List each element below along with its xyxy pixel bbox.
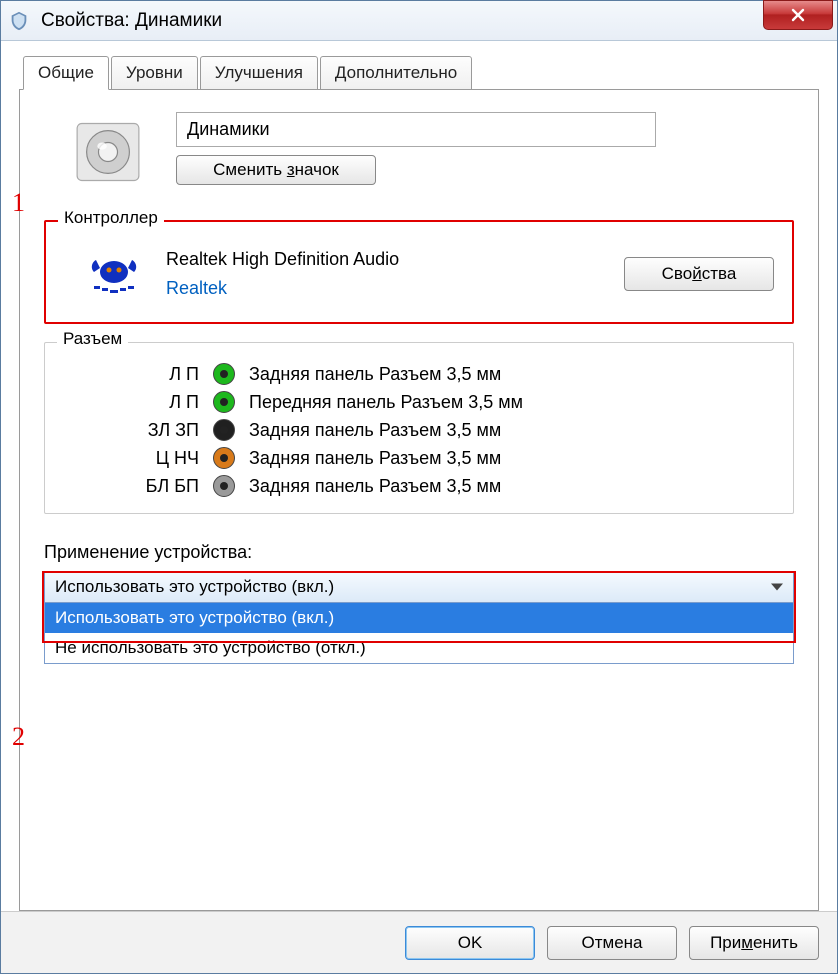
close-button[interactable] (763, 0, 833, 30)
annotation-2: 2 (12, 722, 25, 752)
jack-desc: Задняя панель Разъем 3,5 мм (249, 476, 501, 497)
tab-advanced[interactable]: Дополнительно (320, 56, 472, 90)
titlebar: Свойства: Динамики (1, 1, 837, 41)
combo-option-disable[interactable]: Не использовать это устройство (откл.) (45, 633, 793, 663)
device-usage-combo-wrap: Использовать это устройство (вкл.) Испол… (44, 571, 794, 664)
jack-dot-icon (213, 419, 235, 441)
device-header-row: Сменить значок (68, 112, 794, 192)
device-name-input[interactable] (176, 112, 656, 147)
device-usage-combobox[interactable]: Использовать это устройство (вкл.) (44, 571, 794, 603)
jack-label: Ц НЧ (123, 448, 199, 469)
jack-row: Л П Передняя панель Разъем 3,5 мм (123, 391, 775, 413)
content-area: Общие Уровни Улучшения Дополнительно Сме… (1, 41, 837, 911)
device-usage-dropdown-list: Использовать это устройство (вкл.) Не ис… (44, 603, 794, 664)
jack-row: БЛ БП Задняя панель Разъем 3,5 мм (123, 475, 775, 497)
realtek-crab-icon (82, 242, 146, 306)
dialog-footer: OK Отмена Применить (1, 911, 837, 973)
combo-option-enable[interactable]: Использовать это устройство (вкл.) (45, 603, 793, 633)
window-title: Свойства: Динамики (41, 10, 222, 32)
jack-desc: Задняя панель Разъем 3,5 мм (249, 448, 501, 469)
tab-panel-general: Сменить значок 1 Контроллер (19, 89, 819, 911)
jack-desc: Задняя панель Разъем 3,5 мм (249, 364, 501, 385)
properties-window: Свойства: Динамики Общие Уровни Улучшени… (0, 0, 838, 974)
jack-desc: Задняя панель Разъем 3,5 мм (249, 420, 501, 441)
apply-button[interactable]: Применить (689, 926, 819, 960)
annotation-1: 1 (12, 188, 25, 218)
device-usage-label: Применение устройства: (44, 542, 794, 563)
jack-dot-icon (213, 447, 235, 469)
jack-dot-icon (213, 363, 235, 385)
jacks-group-title: Разъем (57, 329, 128, 349)
cancel-button[interactable]: Отмена (547, 926, 677, 960)
speaker-icon (68, 112, 148, 192)
jack-row: ЗЛ ЗП Задняя панель Разъем 3,5 мм (123, 419, 775, 441)
jack-label: Л П (123, 392, 199, 413)
jack-row: Ц НЧ Задняя панель Разъем 3,5 мм (123, 447, 775, 469)
jack-label: БЛ БП (123, 476, 199, 497)
ok-button[interactable]: OK (405, 926, 535, 960)
change-icon-button[interactable]: Сменить значок (176, 155, 376, 185)
app-icon (7, 9, 31, 33)
controller-group-title: Контроллер (58, 208, 164, 228)
controller-group: Контроллер (44, 220, 794, 324)
controller-name: Realtek High Definition Audio (166, 249, 604, 270)
jack-dot-icon (213, 391, 235, 413)
tab-strip: Общие Уровни Улучшения Дополнительно (23, 55, 819, 89)
tab-levels[interactable]: Уровни (111, 56, 198, 90)
jack-desc: Передняя панель Разъем 3,5 мм (249, 392, 523, 413)
jack-label: ЗЛ ЗП (123, 420, 199, 441)
controller-properties-button[interactable]: Свойства (624, 257, 774, 291)
jack-dot-icon (213, 475, 235, 497)
jacks-group: Разъем Л П Задняя панель Разъем 3,5 мм Л… (44, 342, 794, 514)
combobox-selected-text: Использовать это устройство (вкл.) (55, 577, 334, 596)
tab-general[interactable]: Общие (23, 56, 109, 90)
jack-label: Л П (123, 364, 199, 385)
controller-vendor-link[interactable]: Realtek (166, 278, 604, 299)
jack-row: Л П Задняя панель Разъем 3,5 мм (123, 363, 775, 385)
tab-enhancements[interactable]: Улучшения (200, 56, 318, 90)
chevron-down-icon (771, 584, 783, 591)
